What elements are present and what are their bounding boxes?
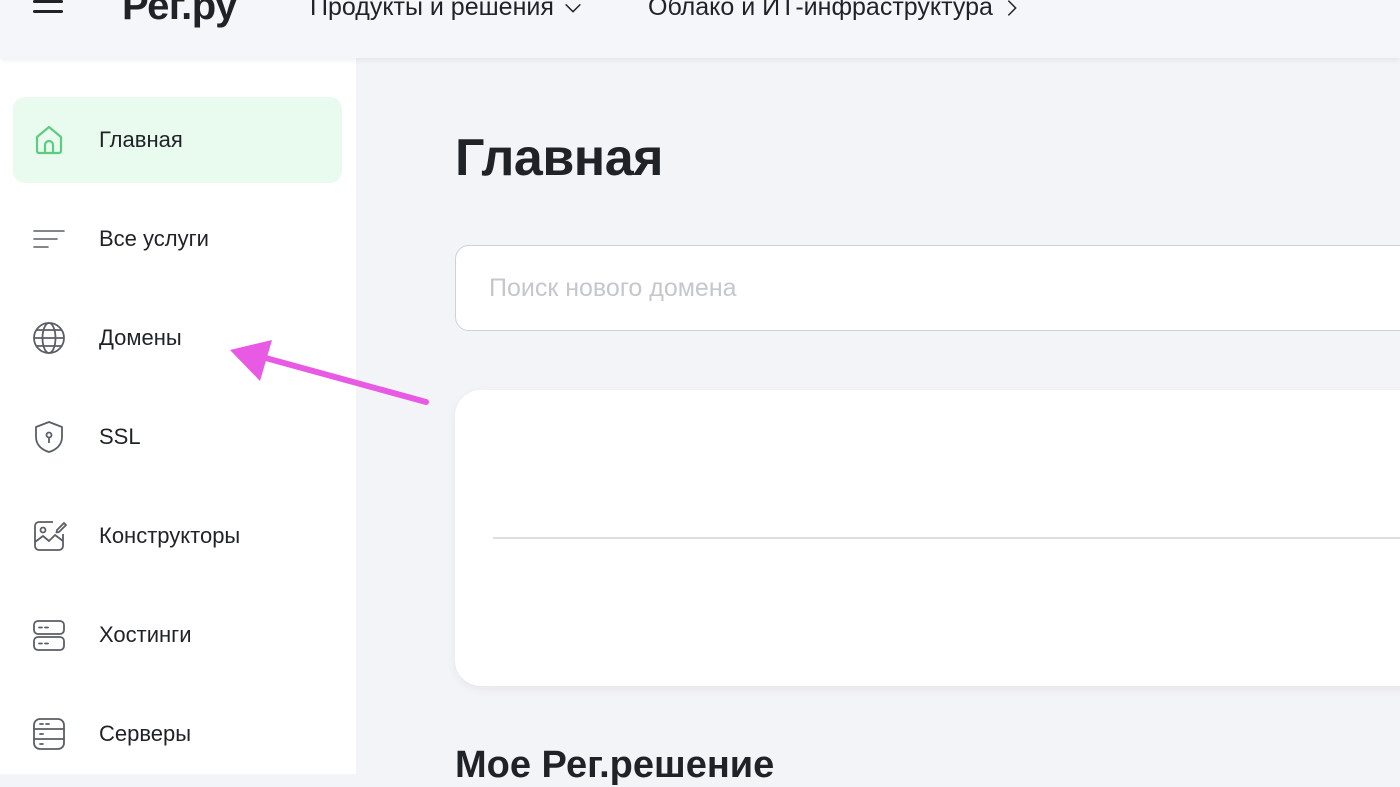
server-icon	[31, 716, 67, 752]
sidebar-item-domains[interactable]: Домены	[13, 295, 342, 381]
site-builder-icon	[31, 518, 67, 554]
home-icon	[31, 122, 67, 158]
sidebar-item-hosting[interactable]: Хостинги	[13, 592, 342, 678]
nav-cloud-label: Облако и ИТ-инфраструктура	[648, 0, 993, 21]
shield-icon	[31, 419, 67, 455]
hosting-icon	[31, 617, 67, 653]
section-title: Мое Рег.решение	[455, 744, 775, 786]
page-title: Главная	[455, 129, 663, 187]
top-header: Рег.ру Продукты и решения Облако и ИТ-ин…	[0, 0, 1400, 58]
nav-cloud[interactable]: Облако и ИТ-инфраструктура	[648, 0, 1023, 22]
sidebar-item-label: SSL	[99, 424, 141, 449]
domain-search-input[interactable]	[455, 245, 1400, 331]
logo[interactable]: Рег.ру	[122, 0, 237, 29]
sidebar-item-label: Серверы	[99, 721, 192, 746]
sidebar: Главная Все услуги Домены SSL Конструкто…	[0, 58, 356, 774]
sidebar-item-home[interactable]: Главная	[13, 97, 342, 183]
sidebar-item-all-services[interactable]: Все услуги	[13, 196, 342, 282]
chevron-down-icon	[565, 3, 581, 13]
sidebar-item-label: Хостинги	[99, 622, 192, 647]
sidebar-item-servers[interactable]: Серверы	[13, 691, 342, 777]
nav-products-label: Продукты и решения	[310, 0, 554, 21]
sidebar-item-label: Домены	[99, 325, 182, 350]
chevron-right-icon	[1007, 0, 1017, 16]
globe-icon	[31, 320, 67, 356]
sidebar-item-label: Главная	[99, 127, 183, 152]
nav-products[interactable]: Продукты и решения	[310, 0, 584, 22]
dashboard-card	[455, 390, 1400, 686]
card-divider	[493, 537, 1400, 539]
list-icon	[31, 221, 67, 257]
menu-icon[interactable]	[33, 0, 63, 16]
sidebar-item-label: Конструкторы	[99, 523, 241, 548]
sidebar-item-builders[interactable]: Конструкторы	[13, 493, 342, 579]
sidebar-item-label: Все услуги	[99, 226, 209, 251]
sidebar-item-ssl[interactable]: SSL	[13, 394, 342, 480]
